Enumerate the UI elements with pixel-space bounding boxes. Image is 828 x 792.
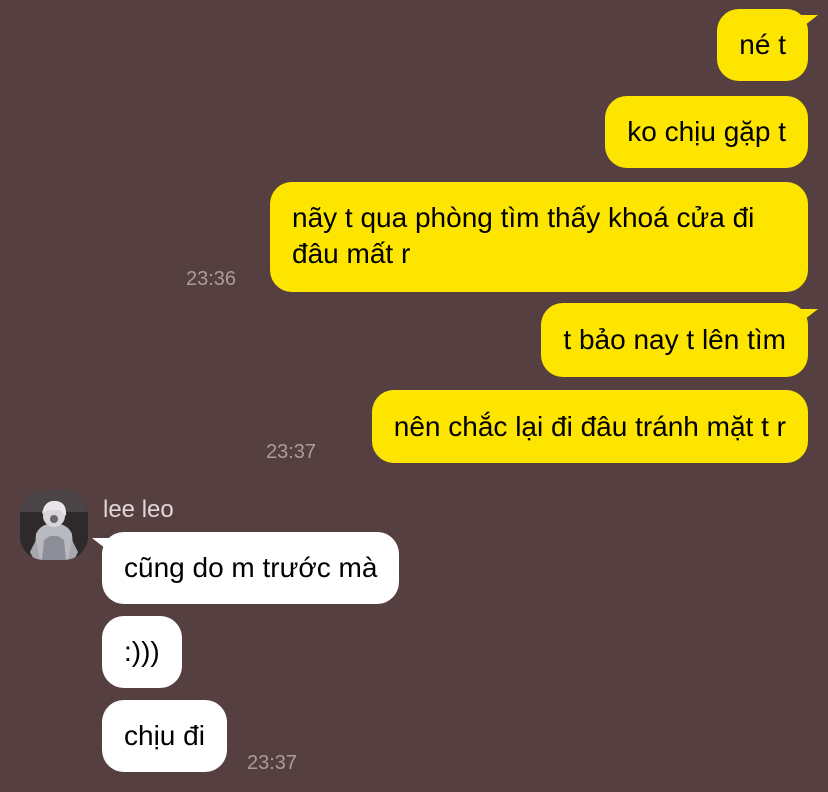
- incoming-message-bubble[interactable]: chịu đi: [102, 700, 227, 772]
- user-avatar-photo-icon: [20, 490, 88, 560]
- outgoing-message-bubble[interactable]: ko chịu gặp t: [605, 96, 808, 168]
- message-text: chịu đi: [124, 720, 205, 751]
- bubble-tail: [800, 309, 818, 323]
- message-text: ko chịu gặp t: [627, 116, 786, 147]
- message-timestamp: 23:37: [247, 752, 298, 774]
- message-text: nên chắc lại đi đâu tránh mặt t r: [393, 410, 786, 442]
- message-text: cũng do m trước mà: [124, 552, 378, 583]
- incoming-message-bubble[interactable]: :))): [102, 616, 182, 688]
- message-text-line: đâu mất r: [292, 238, 411, 269]
- message-text: :))): [124, 636, 160, 667]
- incoming-message-bubble[interactable]: cũng do m trước mà: [92, 532, 400, 604]
- outgoing-message-bubble[interactable]: t bảo nay t lên tìm: [541, 303, 818, 377]
- avatar[interactable]: [20, 490, 88, 560]
- bubble-tail: [800, 15, 818, 29]
- outgoing-message-bubble[interactable]: nãy t qua phòng tìm thấy khoá cửa đi đâu…: [270, 182, 808, 292]
- message-text-line: nãy t qua phòng tìm thấy khoá cửa đi: [292, 202, 755, 233]
- outgoing-message-bubble[interactable]: nên chắc lại đi đâu tránh mặt t r: [371, 390, 808, 463]
- outgoing-message-bubble[interactable]: né t: [717, 9, 818, 81]
- message-text: né t: [739, 29, 786, 60]
- message-text: t bảo nay t lên tìm: [563, 324, 786, 355]
- message-timestamp: 23:36: [186, 268, 237, 290]
- sender-name: lee leo: [103, 496, 174, 523]
- bubble-tail: [92, 538, 110, 552]
- message-timestamp: 23:37: [266, 441, 317, 463]
